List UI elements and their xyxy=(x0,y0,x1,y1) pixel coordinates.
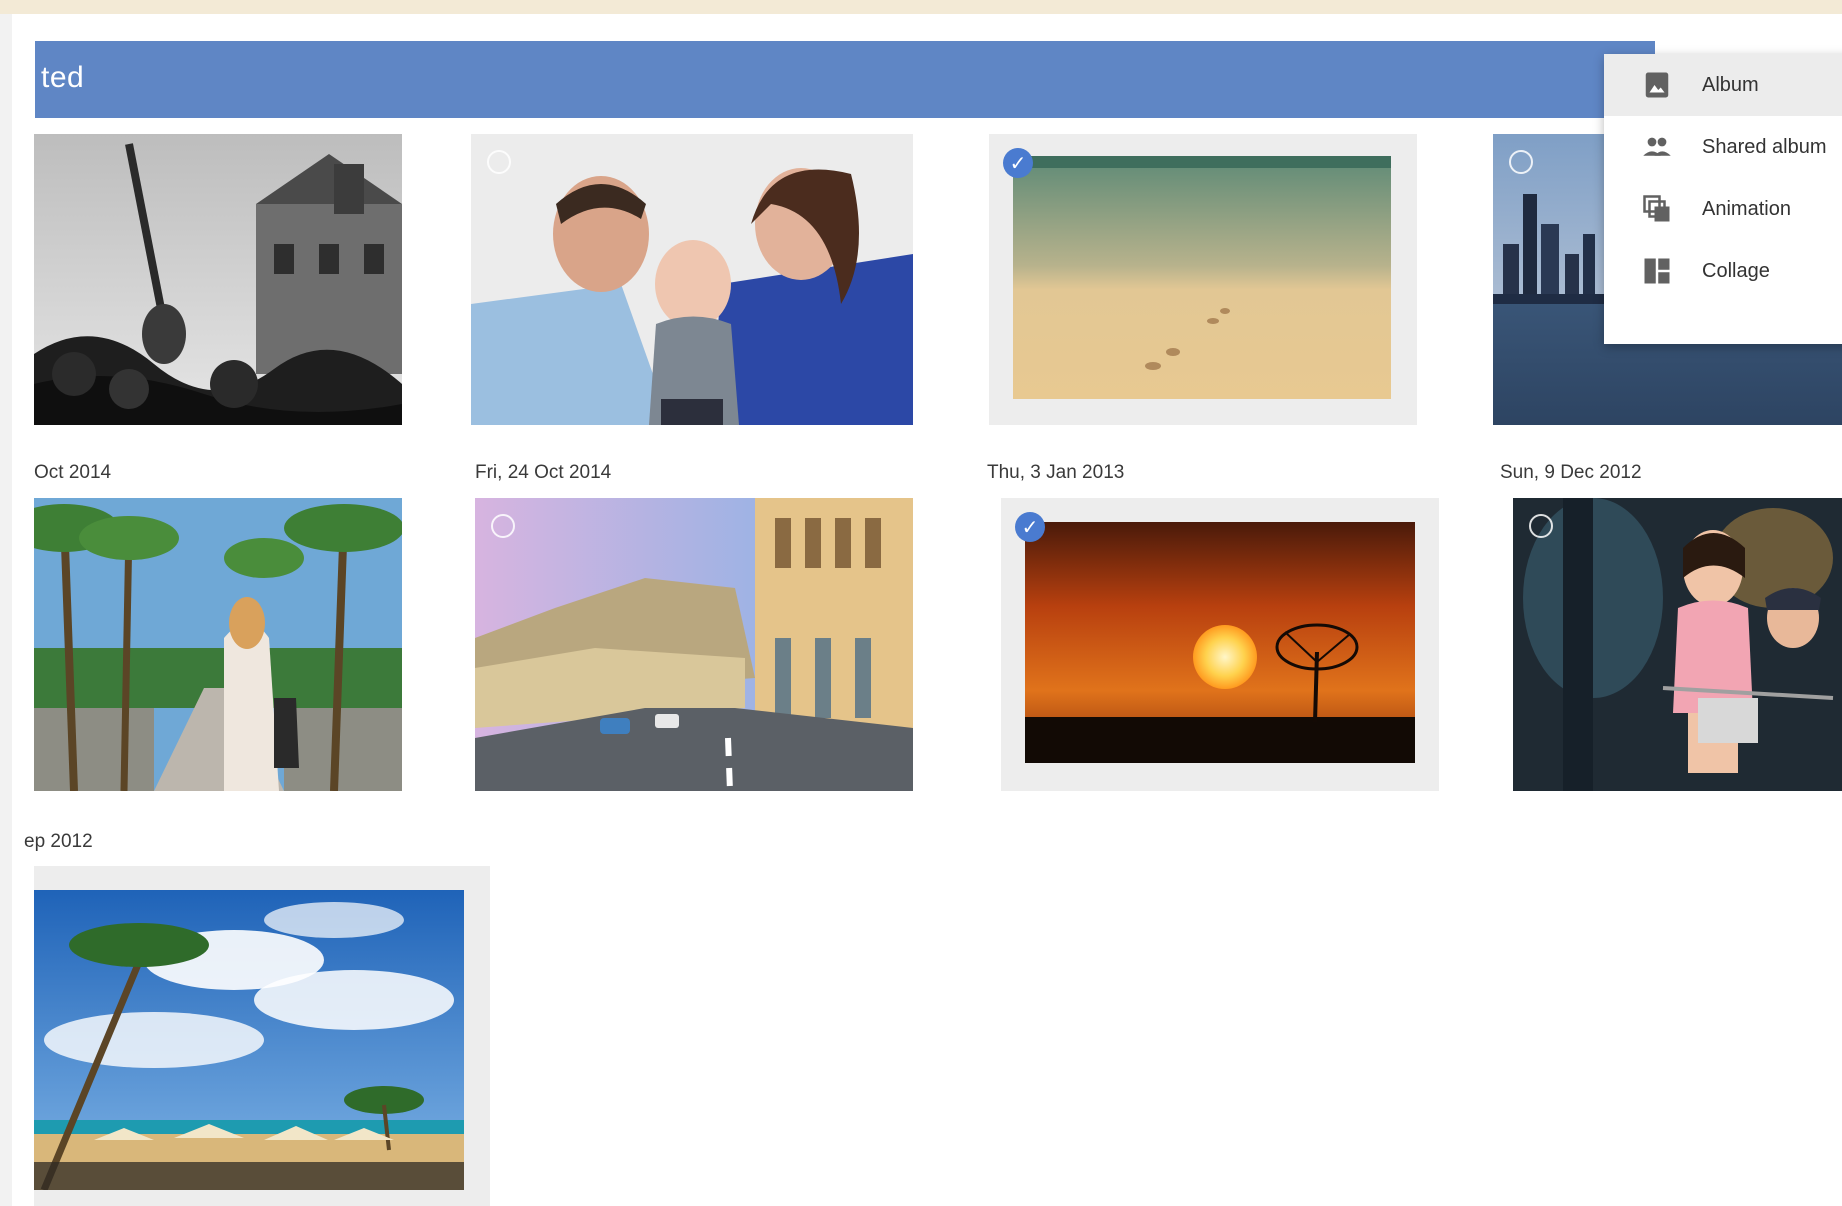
date-label: Sun, 9 Dec 2012 xyxy=(1500,462,1642,483)
date-label: Thu, 3 Jan 2013 xyxy=(987,462,1125,483)
menu-item-label: Collage xyxy=(1702,260,1770,282)
photo-tropical-beach xyxy=(34,890,464,1190)
photo-children-bike xyxy=(1513,498,1842,791)
menu-item-collage[interactable]: Collage xyxy=(1604,240,1842,302)
photo-tile-beach-footprints[interactable]: ✓ xyxy=(989,134,1417,425)
date-label: ep 2012 xyxy=(24,831,93,852)
select-circle[interactable] xyxy=(1509,150,1533,174)
selected-check-icon[interactable]: ✓ xyxy=(1015,512,1045,542)
photo-tile-palm-avenue[interactable] xyxy=(34,498,402,791)
photo-tile-family[interactable] xyxy=(471,134,913,425)
select-circle[interactable] xyxy=(491,514,515,538)
photo-family xyxy=(471,134,913,425)
menu-item-label: Album xyxy=(1702,74,1759,96)
animation-icon xyxy=(1643,195,1670,222)
album-icon xyxy=(1645,72,1669,98)
menu-item-album[interactable]: Album xyxy=(1604,54,1842,116)
header-title: ted xyxy=(41,61,85,94)
menu-item-label: Animation xyxy=(1702,198,1791,220)
shared-album-icon xyxy=(1643,137,1671,156)
menu-item-animation[interactable]: Animation xyxy=(1604,178,1842,240)
select-circle[interactable] xyxy=(1529,514,1553,538)
photo-tile-children-bike[interactable] xyxy=(1513,498,1842,791)
menu-item-shared-album[interactable]: Shared album xyxy=(1604,116,1842,178)
photos-page: ted ✓ Oct 2014 Fri, 24 Oct 2014 Thu, 3 J… xyxy=(0,14,1842,1206)
selection-header-bar: ted xyxy=(35,41,1655,118)
date-label: Fri, 24 Oct 2014 xyxy=(475,462,612,483)
create-menu: Album Shared album Animation Collage xyxy=(1604,54,1842,344)
date-label: Oct 2014 xyxy=(34,462,112,483)
photo-tile-sunset[interactable]: ✓ xyxy=(1001,498,1439,791)
photo-tile-tropical-beach[interactable] xyxy=(34,866,490,1206)
collage-icon xyxy=(1644,258,1670,284)
selected-check-icon[interactable]: ✓ xyxy=(1003,148,1033,178)
photo-tile-street-town[interactable] xyxy=(475,498,913,791)
menu-item-label: Shared album xyxy=(1702,136,1827,158)
select-circle[interactable] xyxy=(487,150,511,174)
photo-beach-footprints xyxy=(1013,156,1391,399)
photo-tile-concert[interactable] xyxy=(34,134,402,425)
photo-sunset xyxy=(1025,522,1415,763)
photo-palm-avenue xyxy=(34,498,402,791)
photo-street-town xyxy=(475,498,913,791)
photo-concert xyxy=(34,134,402,425)
